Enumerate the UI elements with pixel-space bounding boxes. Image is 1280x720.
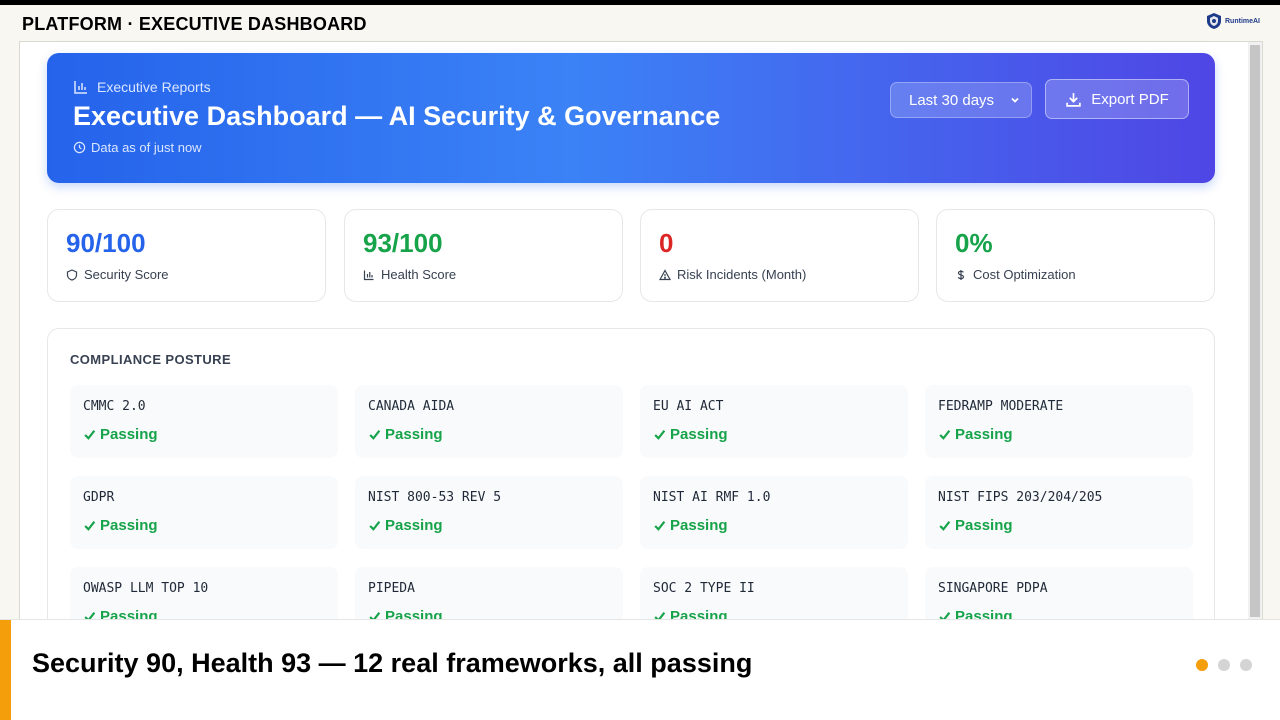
kpi-label: Health Score bbox=[363, 267, 456, 282]
check-icon bbox=[939, 521, 951, 531]
framework-name: GDPR bbox=[83, 490, 115, 505]
framework-tile: EU AI ACT Passing bbox=[640, 385, 908, 458]
framework-status-label: Passing bbox=[100, 426, 158, 443]
framework-tile: SINGAPORE PDPA Passing bbox=[925, 567, 1193, 620]
framework-name: EU AI ACT bbox=[653, 399, 724, 414]
shield-icon bbox=[66, 268, 78, 281]
framework-tile: SOC 2 TYPE II Passing bbox=[640, 567, 908, 620]
framework-status: Passing bbox=[653, 426, 728, 443]
caption-accent bbox=[0, 620, 11, 720]
framework-tile: NIST FIPS 203/204/205 Passing bbox=[925, 476, 1193, 549]
warning-icon bbox=[659, 268, 671, 280]
framework-status-label: Passing bbox=[385, 517, 443, 534]
kpi-card-cost-optimization: 0% Cost Optimization bbox=[936, 209, 1215, 302]
framework-status-label: Passing bbox=[670, 426, 728, 443]
framework-status: Passing bbox=[83, 517, 158, 534]
check-icon bbox=[84, 430, 96, 440]
framework-status: Passing bbox=[83, 426, 158, 443]
framework-tile: FEDRAMP MODERATE Passing bbox=[925, 385, 1193, 458]
framework-tile: GDPR Passing bbox=[70, 476, 338, 549]
framework-name: OWASP LLM TOP 10 bbox=[83, 581, 209, 596]
framework-name: SINGAPORE PDPA bbox=[938, 581, 1048, 596]
kpi-label: Risk Incidents (Month) bbox=[659, 267, 806, 282]
hero-kicker-label: Executive Reports bbox=[97, 79, 211, 95]
framework-name: NIST FIPS 203/204/205 bbox=[938, 490, 1103, 505]
download-icon bbox=[1066, 92, 1081, 107]
slide-header: PLATFORM · EXECUTIVE DASHBOARD bbox=[22, 14, 367, 34]
kpi-card-security: 90/100 Security Score bbox=[47, 209, 326, 302]
framework-status: Passing bbox=[938, 517, 1013, 534]
framework-name: SOC 2 TYPE II bbox=[653, 581, 755, 596]
framework-tile: OWASP LLM TOP 10 Passing bbox=[70, 567, 338, 620]
framework-status-label: Passing bbox=[955, 517, 1013, 534]
framework-name: FEDRAMP MODERATE bbox=[938, 399, 1064, 414]
kpi-value: 93/100 bbox=[363, 228, 443, 258]
hero-kicker: Executive Reports bbox=[73, 79, 211, 95]
scrollbar-thumb[interactable] bbox=[1250, 45, 1260, 617]
framework-tile: NIST AI RMF 1.0 Passing bbox=[640, 476, 908, 549]
check-icon bbox=[654, 521, 666, 531]
data-freshness: Data as of just now bbox=[73, 140, 202, 155]
framework-name: PIPEDA bbox=[368, 581, 415, 596]
check-icon bbox=[369, 430, 381, 440]
kpi-label-text: Security Score bbox=[84, 267, 169, 282]
kpi-value: 0% bbox=[955, 228, 993, 258]
pagination-dot[interactable] bbox=[1218, 659, 1230, 671]
bar-chart-icon bbox=[363, 270, 374, 280]
date-range-select[interactable]: Last 30 days bbox=[890, 82, 1032, 118]
slide-pagination bbox=[1196, 659, 1252, 671]
framework-status-label: Passing bbox=[100, 517, 158, 534]
date-range-value: Last 30 days bbox=[909, 91, 995, 109]
kpi-value: 0 bbox=[659, 228, 674, 258]
check-icon bbox=[654, 430, 666, 440]
bar-chart-icon bbox=[74, 81, 87, 94]
framework-status: Passing bbox=[368, 426, 443, 443]
export-pdf-button[interactable]: Export PDF bbox=[1045, 79, 1189, 119]
pagination-dot[interactable] bbox=[1196, 659, 1208, 671]
kpi-label: Security Score bbox=[66, 267, 169, 282]
framework-status-label: Passing bbox=[955, 426, 1013, 443]
framework-name: CMMC 2.0 bbox=[83, 399, 146, 414]
framework-tile: CANADA AIDA Passing bbox=[355, 385, 623, 458]
hero-banner: Executive Reports Executive Dashboard — … bbox=[47, 53, 1215, 183]
framework-status: Passing bbox=[938, 426, 1013, 443]
check-icon bbox=[84, 521, 96, 531]
top-stripe bbox=[0, 0, 1280, 5]
framework-tile: NIST 800-53 REV 5 Passing bbox=[355, 476, 623, 549]
framework-name: NIST AI RMF 1.0 bbox=[653, 490, 771, 505]
brand-name: RuntimeAI bbox=[1225, 17, 1260, 25]
framework-status: Passing bbox=[368, 517, 443, 534]
kpi-value: 90/100 bbox=[66, 228, 146, 258]
slide-caption: Security 90, Health 93 — 12 real framewo… bbox=[32, 648, 753, 678]
data-freshness-label: Data as of just now bbox=[91, 140, 202, 155]
brand-logo: RuntimeAI bbox=[1206, 12, 1260, 30]
pagination-dot[interactable] bbox=[1240, 659, 1252, 671]
dollar-icon bbox=[957, 269, 965, 280]
kpi-label: Cost Optimization bbox=[955, 267, 1076, 282]
export-pdf-label: Export PDF bbox=[1091, 90, 1169, 108]
compliance-posture-card: COMPLIANCE POSTURE CMMC 2.0 Passing CANADA… bbox=[47, 328, 1215, 620]
caption-bar: Security 90, Health 93 — 12 real framewo… bbox=[0, 619, 1280, 720]
chevron-down-icon bbox=[1011, 97, 1019, 103]
shield-logo-icon bbox=[1207, 13, 1221, 29]
framework-status: Passing bbox=[653, 517, 728, 534]
framework-status-label: Passing bbox=[670, 517, 728, 534]
framework-tile: PIPEDA Passing bbox=[355, 567, 623, 620]
kpi-card-health: 93/100 Health Score bbox=[344, 209, 623, 302]
framework-tile: CMMC 2.0 Passing bbox=[70, 385, 338, 458]
kpi-label-text: Health Score bbox=[381, 267, 457, 282]
clock-icon bbox=[73, 141, 86, 154]
kpi-label-text: Risk Incidents (Month) bbox=[677, 267, 807, 282]
scrollbar[interactable] bbox=[1248, 42, 1262, 620]
framework-status-label: Passing bbox=[385, 426, 443, 443]
framework-name: CANADA AIDA bbox=[368, 399, 455, 414]
app-window: Executive Reports Executive Dashboard — … bbox=[19, 41, 1263, 621]
kpi-label-text: Cost Optimization bbox=[973, 267, 1076, 282]
compliance-title: COMPLIANCE POSTURE bbox=[70, 352, 232, 367]
framework-name: NIST 800-53 REV 5 bbox=[368, 490, 502, 505]
check-icon bbox=[939, 430, 951, 440]
kpi-card-risk-incidents: 0 Risk Incidents (Month) bbox=[640, 209, 919, 302]
check-icon bbox=[369, 521, 381, 531]
page-title: Executive Dashboard — AI Security & Gove… bbox=[73, 101, 721, 131]
